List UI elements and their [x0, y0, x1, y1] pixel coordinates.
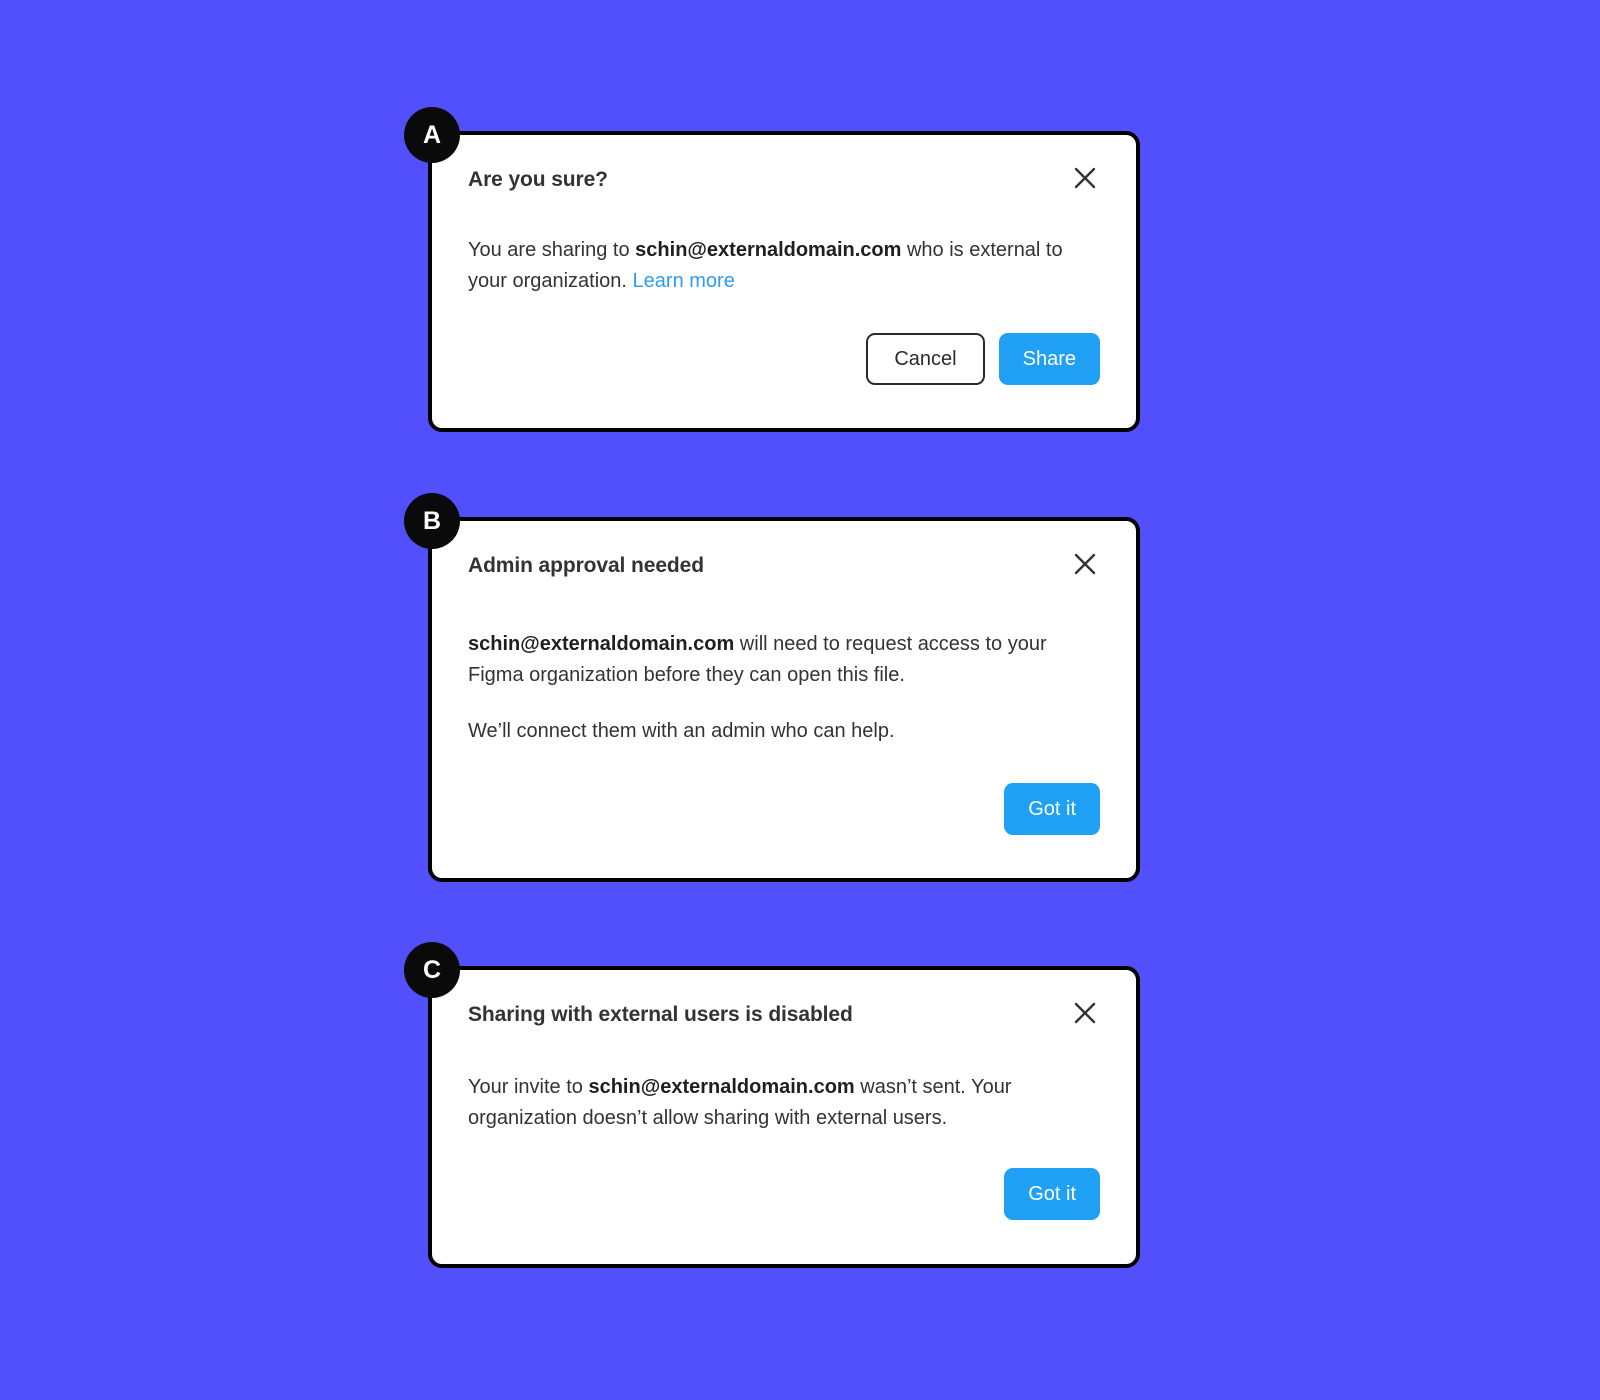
external-email: schin@externaldomain.com	[468, 633, 735, 655]
dialog-title: Sharing with external users is disabled	[468, 1003, 853, 1026]
learn-more-link[interactable]: Learn more	[633, 270, 735, 292]
dialog-title: Admin approval needed	[468, 554, 704, 577]
close-icon	[1072, 1000, 1098, 1026]
close-button[interactable]	[1070, 549, 1100, 579]
close-icon	[1072, 551, 1098, 577]
dialog-external-sharing-disabled: Sharing with external users is disabled …	[428, 966, 1140, 1268]
step-badge-b: B	[404, 493, 460, 549]
dialog-body: You are sharing to schin@externaldomain.…	[468, 235, 1100, 297]
body-text-prefix: Your invite to	[468, 1076, 589, 1098]
body-paragraph: schin@externaldomain.com will need to re…	[468, 629, 1100, 691]
dialog-title: Are you sure?	[468, 168, 608, 191]
share-button[interactable]: Share	[998, 333, 1100, 385]
dialog-content: Admin approval needed schin@externaldoma…	[432, 521, 1136, 878]
dialog-header: Admin approval needed	[468, 551, 1100, 579]
step-badge-c: C	[404, 942, 460, 998]
body-paragraph: You are sharing to schin@externaldomain.…	[468, 235, 1100, 297]
got-it-button[interactable]: Got it	[1004, 783, 1100, 835]
body-paragraph-secondary: We’ll connect them with an admin who can…	[468, 720, 895, 742]
dialog-content: Sharing with external users is disabled …	[432, 970, 1136, 1264]
body-text-prefix: You are sharing to	[468, 239, 636, 261]
close-button[interactable]	[1070, 163, 1100, 193]
dialog-actions: Got it	[468, 783, 1100, 835]
got-it-button[interactable]: Got it	[1004, 1168, 1100, 1220]
external-email: schin@externaldomain.com	[588, 1076, 855, 1098]
canvas: A Are you sure? You are sharing to schin…	[0, 0, 1600, 1400]
dialog-admin-approval-needed: Admin approval needed schin@externaldoma…	[428, 517, 1140, 882]
dialog-body: Your invite to schin@externaldomain.com …	[468, 1072, 1100, 1134]
dialog-are-you-sure: Are you sure? You are sharing to schin@e…	[428, 131, 1140, 432]
close-button[interactable]	[1070, 998, 1100, 1028]
dialog-header: Sharing with external users is disabled	[468, 1000, 1100, 1028]
close-icon	[1072, 165, 1098, 191]
dialog-content: Are you sure? You are sharing to schin@e…	[432, 135, 1136, 428]
step-badge-a: A	[404, 107, 460, 163]
dialog-body: schin@externaldomain.com will need to re…	[468, 629, 1100, 747]
dialog-actions: Cancel Share	[468, 333, 1100, 385]
dialog-header: Are you sure?	[468, 165, 1100, 193]
dialog-actions: Got it	[468, 1168, 1100, 1220]
cancel-button[interactable]: Cancel	[866, 333, 985, 385]
body-paragraph: Your invite to schin@externaldomain.com …	[468, 1072, 1100, 1134]
external-email: schin@externaldomain.com	[635, 239, 902, 261]
